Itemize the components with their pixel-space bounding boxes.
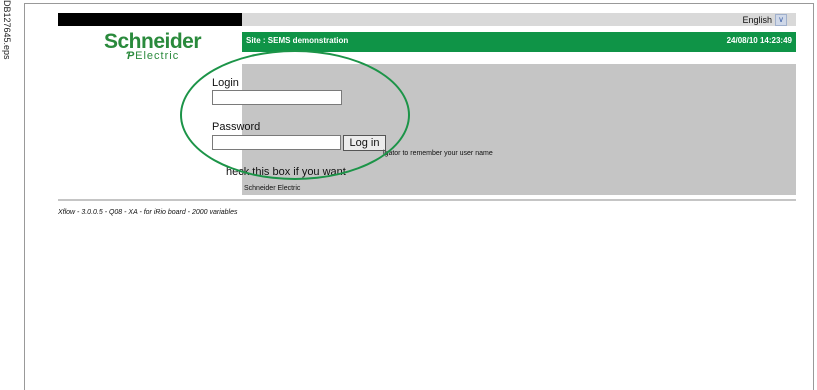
side-caption: DB127645.eps bbox=[0, 0, 20, 389]
version-info: Xflow - 3.0.0.5 - Q08 - XA - for iRio bo… bbox=[58, 209, 238, 216]
remember-hint: igator to remember your user name bbox=[383, 150, 493, 157]
language-label: English bbox=[742, 15, 772, 25]
language-selector[interactable]: English ∨ bbox=[742, 14, 787, 26]
divider bbox=[58, 199, 796, 201]
site-datetime: 24/08/10 14:23:49 bbox=[726, 36, 792, 45]
header-black-bar bbox=[58, 13, 242, 26]
remember-checkbox-label[interactable]: heck this box if you want bbox=[226, 166, 346, 178]
header-gray-bar bbox=[242, 13, 796, 26]
chevron-down-icon[interactable]: ∨ bbox=[775, 14, 787, 26]
schneider-logo: Schneider ƤElectric bbox=[104, 30, 202, 62]
password-input[interactable] bbox=[212, 135, 341, 150]
login-input[interactable] bbox=[212, 90, 342, 105]
logo-subline: ƤElectric bbox=[126, 50, 180, 62]
side-caption-text: DB127645.eps bbox=[2, 0, 12, 60]
site-name: Site : SEMS demonstration bbox=[246, 36, 349, 45]
password-label: Password bbox=[212, 121, 261, 133]
login-button[interactable]: Log in bbox=[343, 135, 386, 151]
login-label: Login bbox=[212, 77, 239, 89]
site-bar: Site : SEMS demonstration 24/08/10 14:23… bbox=[242, 32, 796, 52]
panel-footer: Schneider Electric bbox=[244, 185, 301, 192]
